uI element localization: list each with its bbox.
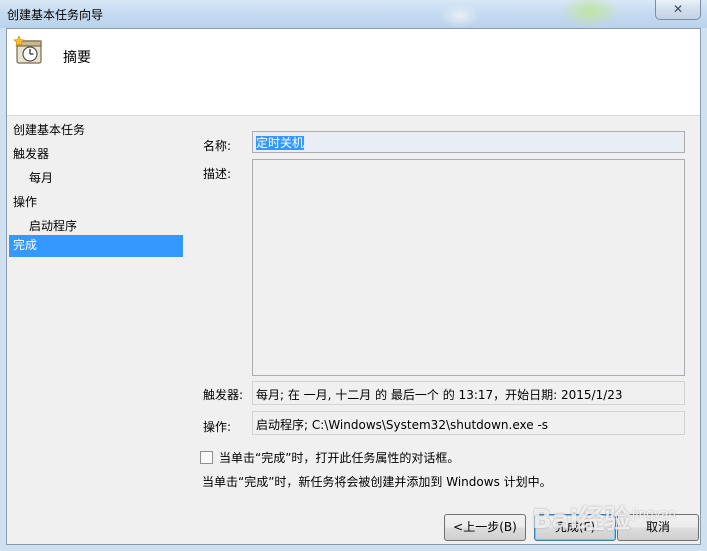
- wizard-dialog: 摘要 创建基本任务 触发器 每月 操作 启动程序 完成 名称: 定时关机 描述:…: [6, 28, 701, 545]
- finish-note: 当单击“完成”时，新任务将会被创建并添加到 Windows 计划中。: [202, 475, 552, 489]
- titlebar-glow: [440, 4, 480, 28]
- window-title: 创建基本任务向导: [7, 8, 104, 22]
- trigger-label: 触发器:: [203, 388, 244, 402]
- action-label: 操作:: [203, 420, 232, 434]
- close-button[interactable]: ✕: [655, 0, 701, 20]
- action-summary: 启动程序; C:\Windows\System32\shutdown.exe -…: [252, 411, 685, 435]
- titlebar-glow-green: [560, 0, 620, 28]
- step-create-basic-task[interactable]: 创建基本任务: [9, 120, 183, 142]
- wizard-header: 摘要: [7, 29, 700, 115]
- name-label: 名称:: [203, 139, 232, 153]
- back-button[interactable]: <上一步(B): [444, 514, 526, 541]
- step-trigger[interactable]: 触发器: [9, 144, 183, 166]
- description-label: 描述:: [203, 167, 232, 181]
- close-icon: ✕: [672, 2, 684, 16]
- open-properties-label: 当单击“完成”时，打开此任务属性的对话框。: [219, 451, 460, 465]
- title-bar[interactable]: 创建基本任务向导 ✕: [0, 0, 707, 28]
- baidu-watermark: Bai经验: [532, 505, 631, 535]
- description-field[interactable]: [252, 159, 685, 376]
- task-scheduler-icon: [13, 35, 42, 64]
- header-divider: [7, 115, 700, 116]
- step-monthly[interactable]: 每月: [9, 168, 183, 190]
- open-properties-checkbox[interactable]: [200, 451, 213, 464]
- page-heading: 摘要: [63, 50, 91, 66]
- step-finish[interactable]: 完成: [9, 235, 183, 257]
- name-value: 定时关机: [256, 136, 305, 150]
- baidu-watermark-sub: jingyan: [632, 507, 676, 521]
- open-properties-option[interactable]: 当单击“完成”时，打开此任务属性的对话框。: [200, 449, 459, 466]
- step-action[interactable]: 操作: [9, 192, 183, 214]
- trigger-summary: 每月; 在 一月, 十二月 的 最后一个 的 13:17，开始日期: 2015/…: [252, 381, 685, 405]
- name-field[interactable]: 定时关机: [252, 131, 685, 153]
